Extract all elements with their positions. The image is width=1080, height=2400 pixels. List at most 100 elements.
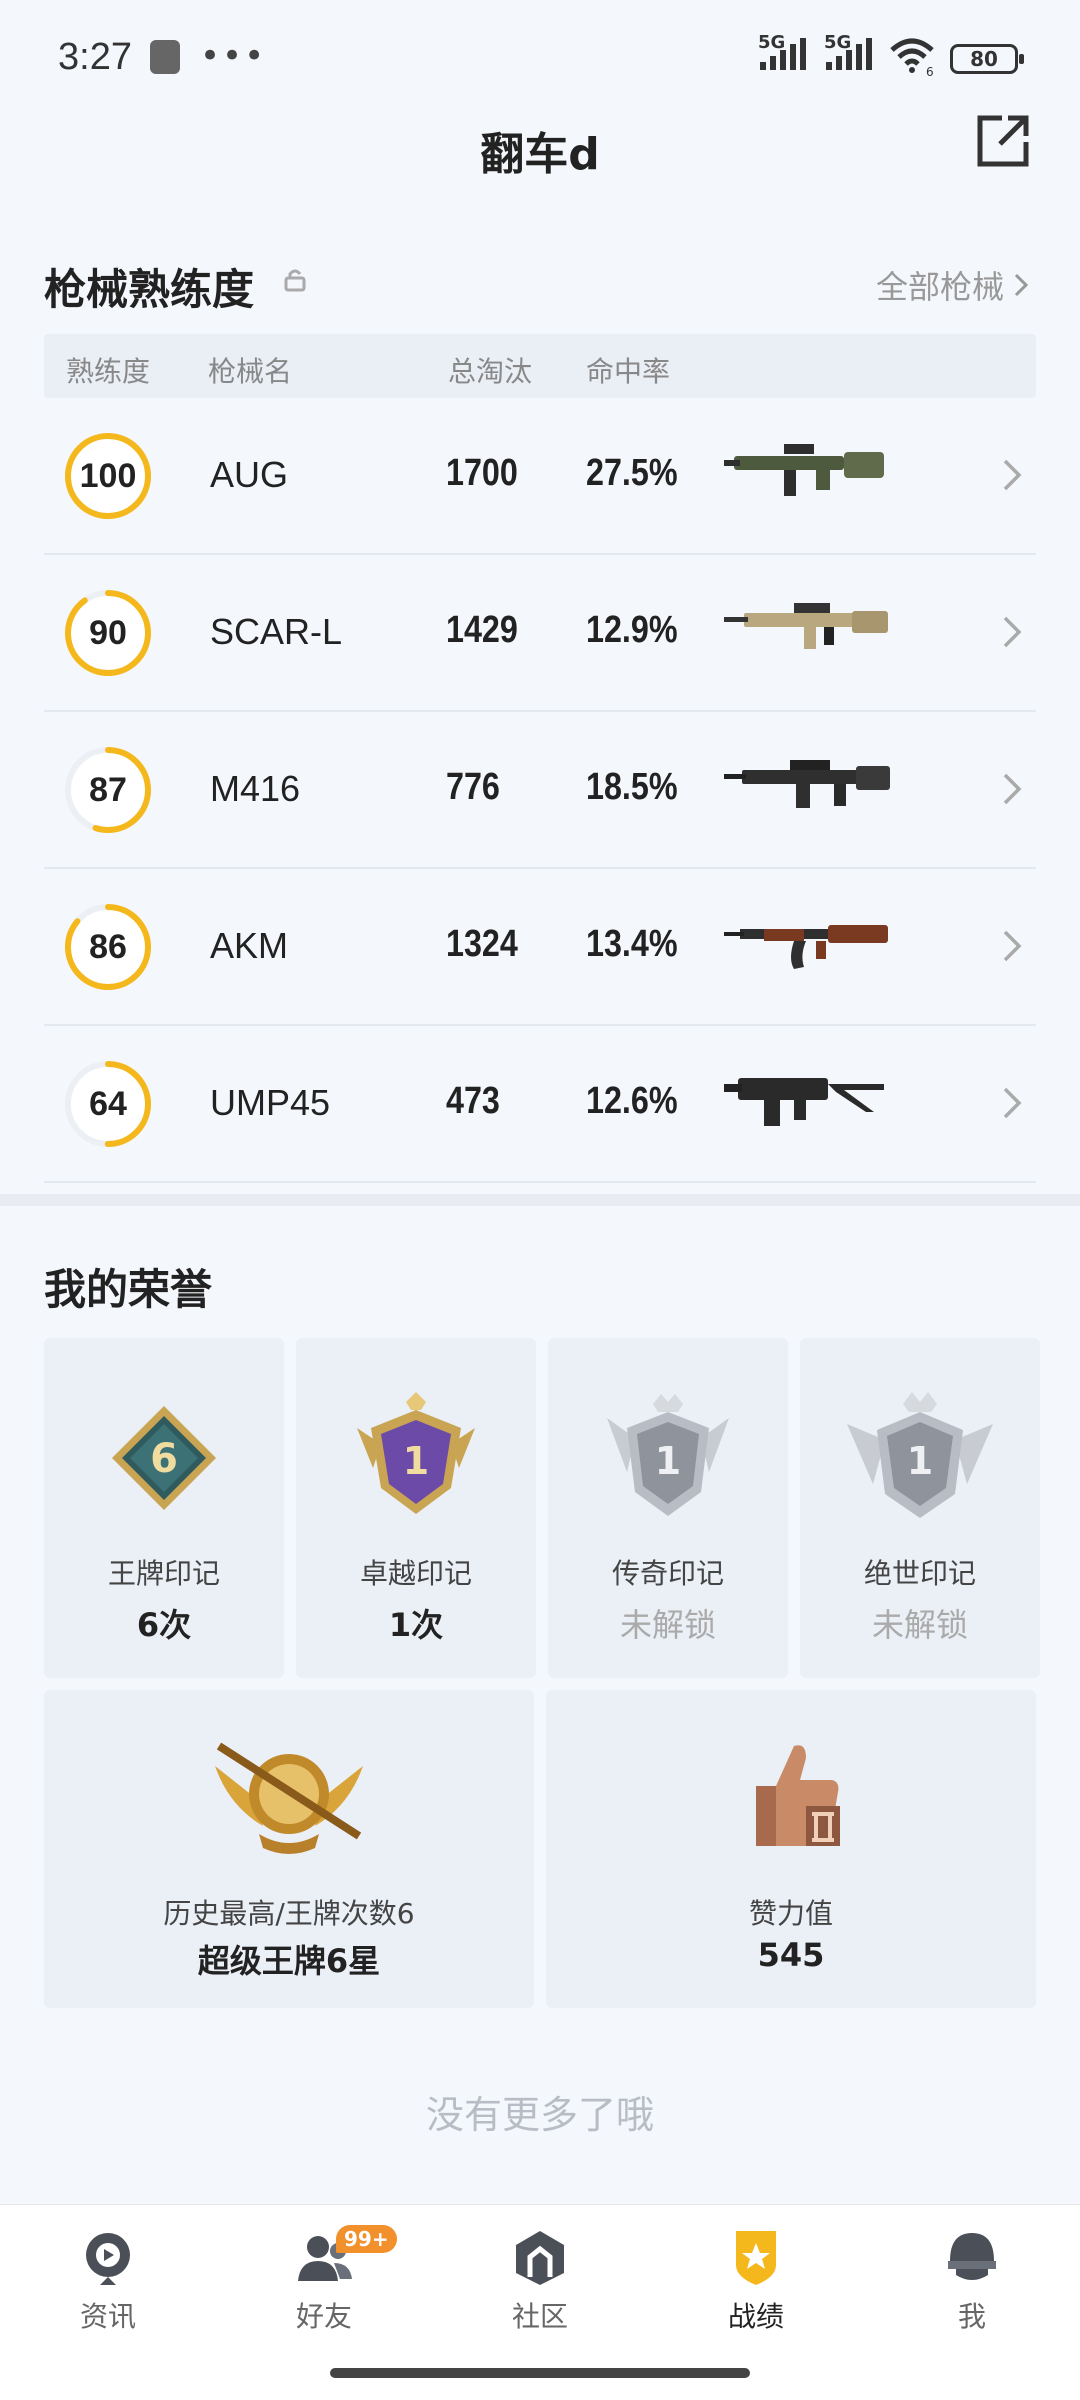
col-total-kills: 总淘汰 [448, 355, 533, 388]
proficiency-value: 87 [89, 771, 127, 809]
no-more-text: 没有更多了哦 [425, 2093, 654, 2137]
honor-card-peerless[interactable]: 1 绝世印记 未解锁 [800, 1338, 1040, 1678]
chevron-right-icon [1003, 459, 1022, 491]
proficiency-ring: 90 [62, 587, 154, 679]
proficiency-value: 90 [89, 614, 127, 652]
lock-icon [284, 269, 306, 292]
nav-item-records[interactable]: 战绩 [676, 2227, 836, 2335]
proficiency-ring: 100 [62, 430, 154, 522]
weapon-row[interactable]: 86 AKM 1324 13.4% [44, 869, 1036, 1026]
likes-value: 545 [757, 1936, 825, 1974]
chevron-right-icon [1003, 930, 1022, 962]
proficiency-ring: 64 [62, 1058, 154, 1150]
honor-label: 卓越印记 [359, 1557, 472, 1590]
friends-badge: 99+ [336, 2225, 397, 2253]
weapon-name: M416 [210, 768, 301, 809]
likes-card[interactable]: 赞力值 545 [546, 1690, 1036, 2008]
weapon-name: UMP45 [210, 1082, 331, 1123]
weapon-image [724, 925, 888, 969]
honor-card-excellence[interactable]: 1 卓越印记 1次 [296, 1338, 536, 1678]
weapon-image [724, 444, 884, 496]
svg-text:1: 1 [655, 1439, 681, 1483]
honor-label: 传奇印记 [611, 1557, 724, 1590]
weapon-row[interactable]: 87 M416 776 18.5% [44, 712, 1036, 869]
col-weapon-name: 枪械名 [208, 355, 293, 388]
weapon-name: SCAR-L [210, 611, 343, 652]
ace-badge-icon: 6 [112, 1406, 216, 1510]
weapon-table-header: 熟练度 枪械名 总淘汰 命中率 [44, 334, 1036, 398]
accuracy: 18.5% [586, 766, 678, 808]
chevron-right-icon [1014, 273, 1028, 297]
svg-text:6: 6 [926, 65, 934, 76]
wifi-icon: 6 [890, 38, 934, 76]
svg-text:6: 6 [150, 1436, 178, 1482]
nav-item-friends[interactable]: 99+ 好友 [244, 2225, 404, 2335]
thumbs-up-icon [756, 1745, 840, 1846]
proficiency-value: 100 [79, 457, 137, 495]
weapon-name: AKM [210, 925, 289, 966]
news-icon [86, 2233, 130, 2285]
honor-section-title: 我的荣誉 [44, 1265, 213, 1314]
cell-signal-icon: 5G [758, 32, 806, 70]
accuracy: 12.9% [586, 609, 678, 651]
svg-text:1: 1 [403, 1439, 429, 1483]
records-icon [736, 2231, 776, 2285]
total-kills: 1429 [446, 609, 518, 651]
share-icon[interactable] [974, 112, 1032, 170]
honor-value: 未解锁 [619, 1606, 716, 1644]
more-notifications-icon: ••• [200, 36, 267, 76]
honor-card-ace[interactable]: 6 王牌印记 6次 [44, 1338, 284, 1678]
honor-label: 王牌印记 [107, 1557, 220, 1590]
weapon-name: AUG [210, 454, 289, 495]
total-kills: 776 [446, 766, 500, 808]
page-title: 翻车d [480, 129, 600, 180]
status-bar: 3:27 ••• 5G 5G 6 80 [0, 0, 1080, 120]
total-kills: 1700 [446, 452, 518, 494]
proficiency-ring: 86 [62, 901, 154, 993]
excellence-badge-icon: 1 [357, 1392, 475, 1514]
total-kills: 1324 [446, 923, 518, 965]
section-divider [0, 1194, 1080, 1206]
best-rank-card[interactable]: 历史最高/王牌次数6 超级王牌6星 [44, 1690, 534, 2008]
profile-icon [948, 2233, 996, 2280]
chevron-right-icon [1003, 773, 1022, 805]
battery-icon: 80 [950, 44, 1024, 74]
weapon-row[interactable]: 100 AUG 1700 27.5% [44, 398, 1036, 555]
community-icon [516, 2231, 564, 2285]
status-time: 3:27 [58, 36, 132, 78]
rank-emblem-icon [215, 1742, 363, 1854]
honor-label: 绝世印记 [863, 1557, 976, 1590]
col-accuracy: 命中率 [586, 355, 671, 388]
total-kills: 473 [446, 1080, 500, 1122]
best-rank-label: 历史最高/王牌次数6 [163, 1897, 415, 1930]
svg-text:1: 1 [907, 1439, 933, 1483]
weapon-row[interactable]: 64 UMP45 473 12.6% [44, 1026, 1036, 1183]
proficiency-value: 86 [89, 928, 127, 966]
nav-item-news[interactable]: 资讯 [28, 2227, 188, 2335]
accuracy: 13.4% [586, 923, 678, 965]
proficiency-ring: 87 [62, 744, 154, 836]
all-weapons-link[interactable]: 全部枪械 [876, 262, 1028, 308]
honor-value: 1次 [388, 1606, 444, 1644]
weapon-row[interactable]: 90 SCAR-L 1429 12.9% [44, 555, 1036, 712]
accuracy: 27.5% [586, 452, 678, 494]
weapon-image [724, 1078, 884, 1126]
weapon-image [724, 760, 890, 808]
nav-item-community[interactable]: 社区 [460, 2227, 620, 2335]
chevron-right-icon [1003, 616, 1022, 648]
col-proficiency: 熟练度 [66, 355, 151, 388]
honor-value: 未解锁 [871, 1606, 968, 1644]
cell-signal-icon-2: 5G [824, 32, 872, 70]
sim-card-icon [150, 40, 180, 74]
proficiency-value: 64 [89, 1085, 127, 1123]
honor-card-legend[interactable]: 1 传奇印记 未解锁 [548, 1338, 788, 1678]
accuracy: 12.6% [586, 1080, 678, 1122]
best-rank-value: 超级王牌6星 [197, 1942, 381, 1980]
peerless-badge-icon: 1 [847, 1392, 993, 1518]
weapon-image [724, 603, 888, 649]
weapon-section-title: 枪械熟练度 [44, 265, 255, 314]
home-indicator[interactable] [330, 2368, 750, 2378]
chevron-right-icon [1003, 1087, 1022, 1119]
nav-item-me[interactable]: 我 [892, 2227, 1052, 2335]
honor-value: 6次 [136, 1606, 192, 1644]
